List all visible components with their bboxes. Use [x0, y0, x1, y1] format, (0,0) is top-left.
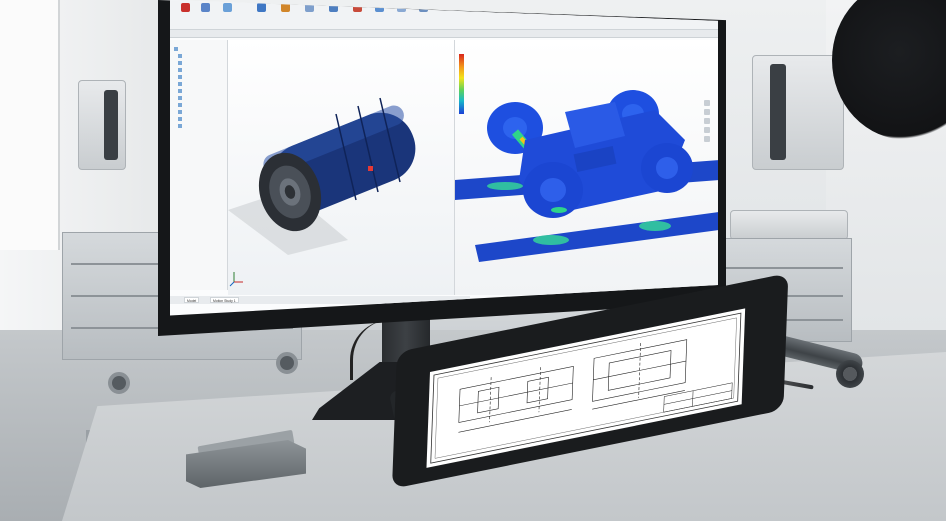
- ribbon-button[interactable]: [174, 3, 196, 19]
- tab-motion-study[interactable]: Motion Study 1: [210, 297, 239, 303]
- view-toolbar: [704, 100, 712, 170]
- tree-item[interactable]: [178, 67, 184, 73]
- right-machine-table: [730, 210, 848, 240]
- monitor-screen: Model Motion Study 1: [170, 0, 718, 316]
- fea-legend-icon: [459, 54, 464, 114]
- tree-item[interactable]: [178, 95, 184, 101]
- tab-markup[interactable]: [232, 31, 236, 37]
- tab-model[interactable]: Model: [184, 297, 200, 303]
- ribbon-button[interactable]: [298, 3, 320, 19]
- xyz-triad-icon: [229, 272, 243, 287]
- tree-item[interactable]: [178, 74, 184, 80]
- rod-end-eye: [836, 360, 864, 388]
- tree-item[interactable]: [178, 60, 184, 66]
- tree-item[interactable]: [178, 123, 184, 129]
- view-tool-icon[interactable]: [704, 127, 710, 133]
- tree-item[interactable]: [178, 53, 184, 59]
- ribbon-button[interactable]: [368, 3, 390, 19]
- ribbon-button[interactable]: [250, 3, 272, 19]
- tree-item[interactable]: [178, 116, 184, 122]
- tree-item[interactable]: [178, 102, 184, 108]
- view-tool-icon[interactable]: [704, 109, 710, 115]
- ribbon-button[interactable]: [346, 3, 368, 19]
- feature-tree-panel: [170, 40, 228, 290]
- wall-panel: [0, 0, 60, 250]
- right-machine-column: [770, 64, 786, 160]
- tab-addins[interactable]: [272, 31, 276, 37]
- tree-item[interactable]: [174, 46, 180, 52]
- command-manager-tabs: [170, 30, 718, 38]
- simulation-viewport[interactable]: [454, 40, 718, 295]
- ribbon-button[interactable]: [322, 3, 344, 19]
- left-machine-head: [78, 80, 126, 170]
- view-tool-icon[interactable]: [704, 136, 710, 142]
- tab-simulation[interactable]: [296, 31, 300, 37]
- tab-surfaces[interactable]: [214, 31, 218, 37]
- tab-features[interactable]: [172, 31, 176, 37]
- cylinder-model: [228, 97, 416, 287]
- cad-ribbon: [170, 0, 718, 30]
- view-tool-icon[interactable]: [704, 100, 710, 106]
- tree-item[interactable]: [178, 109, 184, 115]
- bogie-fea-model: [455, 90, 718, 262]
- tree-item[interactable]: [178, 81, 184, 87]
- ribbon-button[interactable]: [274, 3, 296, 19]
- tab-evaluate[interactable]: [250, 31, 254, 37]
- ribbon-button[interactable]: [390, 3, 412, 19]
- part-viewport[interactable]: [228, 40, 454, 295]
- cabinet-wheel: [108, 372, 130, 394]
- tab-sketch[interactable]: [196, 31, 200, 37]
- right-machine-head: [752, 55, 844, 170]
- workshop-scene: Model Motion Study 1: [0, 0, 946, 521]
- ribbon-button[interactable]: [412, 3, 434, 19]
- cabinet-wheel: [276, 352, 298, 374]
- left-machine-column: [104, 90, 118, 160]
- ribbon-button[interactable]: [194, 3, 216, 19]
- ribbon-button[interactable]: [216, 3, 238, 19]
- view-tool-icon[interactable]: [704, 118, 710, 124]
- tree-item[interactable]: [178, 88, 184, 94]
